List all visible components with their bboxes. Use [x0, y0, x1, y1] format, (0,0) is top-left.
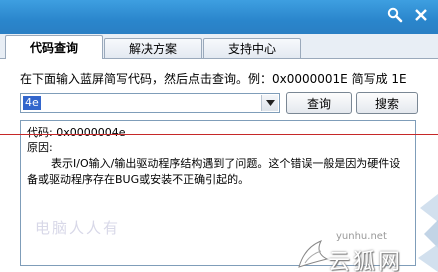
tab-strip: 代码查询 解决方案 支持中心: [0, 34, 438, 59]
result-cause-label: 原因:: [27, 141, 53, 154]
instruction-text: 在下面输入蓝屏简写代码，然后点击查询。例：0x0000001E 简写成 1E: [20, 72, 407, 86]
result-code: 代码: 0x0000004e: [27, 126, 126, 139]
result-cause-text: 表示I/O输入/输出驱动程序结构遇到了问题。这个错误一般是因为硬件设备或驱动程序…: [27, 157, 401, 186]
fox-logo-icon: [298, 240, 329, 268]
search-icon[interactable]: [386, 6, 404, 24]
tab-solutions[interactable]: 解决方案: [104, 38, 202, 58]
watermark-url: yunhu.net: [336, 231, 387, 242]
search-button-label: 搜索: [374, 96, 399, 111]
code-combobox[interactable]: 4e: [20, 93, 280, 113]
query-button[interactable]: 查询: [286, 92, 352, 114]
close-icon[interactable]: [412, 6, 430, 24]
title-bar: [0, 0, 438, 34]
tab-support-center[interactable]: 支持中心: [203, 38, 301, 58]
decorative-triangles: [418, 194, 438, 272]
tab-code-query[interactable]: 代码查询: [5, 35, 103, 59]
search-button[interactable]: 搜索: [356, 92, 418, 114]
main-panel: 代码查询 解决方案 支持中心 在下面输入蓝屏简写代码，然后点击查询。例：0x00…: [0, 34, 438, 272]
divider-line: [0, 134, 438, 135]
chevron-down-icon[interactable]: [261, 95, 278, 111]
tab-label: 代码查询: [29, 41, 78, 55]
query-button-label: 查询: [306, 96, 331, 111]
watermark-text: 电脑人人有: [35, 219, 121, 237]
tab-label: 支持中心: [227, 42, 276, 56]
tab-label: 解决方案: [128, 42, 177, 56]
watermark-brand: 云狐网: [328, 250, 404, 272]
code-input-value[interactable]: 4e: [23, 96, 41, 110]
